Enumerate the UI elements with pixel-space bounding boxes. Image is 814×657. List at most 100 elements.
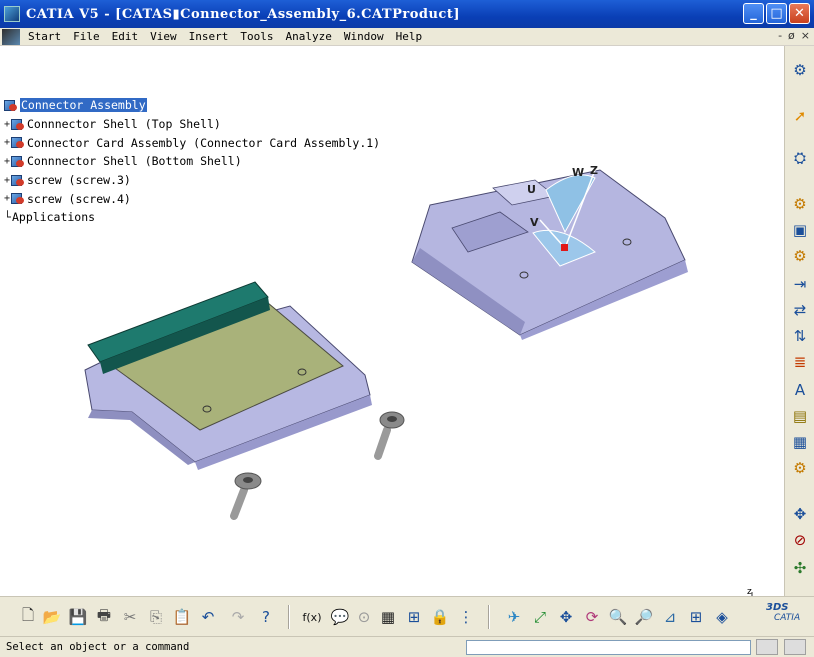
document-icon[interactable] [2, 28, 20, 45]
tree-item[interactable]: + screw (screw.3) [4, 171, 380, 190]
screw-4-part[interactable] [230, 472, 262, 520]
menu-view[interactable]: View [144, 30, 183, 43]
tree-item[interactable]: + Connnector Shell (Top Shell) [4, 115, 380, 134]
bottom-toolbar: 🗋 📂 💾 🖶 ✂ ⎘ 📋 ↶ ↷ ? f(x) 💬 ⊙ ▦ ⊞ 🔒 ⋮ ✈ ⤢… [0, 596, 814, 636]
select-arrow-icon[interactable]: ➚ [790, 106, 810, 126]
gears-icon[interactable]: ⚙ [790, 60, 810, 80]
command-input[interactable] [466, 640, 751, 655]
menu-tools[interactable]: Tools [234, 30, 279, 43]
open-folder-icon[interactable]: 📂 [42, 607, 62, 627]
expand-icon[interactable]: + [4, 175, 11, 186]
rotate-icon[interactable]: ⟳ [582, 607, 602, 627]
new-component-icon[interactable]: ⚙ [790, 194, 810, 214]
new-product-icon[interactable]: ▣ [790, 220, 810, 240]
product-icon [4, 99, 18, 112]
close-button[interactable]: ✕ [789, 3, 810, 24]
tree-item[interactable]: + Connnector Shell (Bottom Shell) [4, 152, 380, 171]
menu-file[interactable]: File [67, 30, 106, 43]
tree-root[interactable]: Connector Assembly [4, 96, 380, 115]
window-title: CATIA V5 - [CATAS▮Connector_Assembly_6.C… [26, 6, 460, 22]
status-button-2[interactable] [784, 639, 806, 655]
tree-root-label[interactable]: Connector Assembly [20, 98, 147, 113]
tree-applications-label[interactable]: Applications [12, 210, 95, 224]
tree-item-label[interactable]: screw (screw.4) [27, 192, 131, 206]
selective-load-icon[interactable]: A [790, 380, 810, 400]
fly-mode-icon[interactable]: ✈ [504, 607, 524, 627]
fast-multi-instantiation-icon[interactable]: ⚙ [790, 458, 810, 478]
tree-item-label[interactable]: screw (screw.3) [27, 173, 131, 187]
catia-app-icon[interactable] [4, 6, 20, 22]
catia-brand-logo: 3DS CATIA [766, 602, 801, 623]
maximize-button[interactable]: □ [766, 3, 787, 24]
expand-icon[interactable]: + [4, 193, 11, 204]
menu-bar: Start File Edit View Insert Tools Analyz… [0, 28, 814, 46]
tree-item-label[interactable]: Connector Card Assembly (Connector Card … [27, 136, 380, 150]
fit-all-icon[interactable]: ⤢ [530, 607, 550, 627]
knowledge-icon[interactable]: ⊙ [354, 607, 374, 627]
tree-view-icon[interactable]: ⊞ [404, 607, 424, 627]
tree-item-label[interactable]: Connnector Shell (Top Shell) [27, 117, 221, 131]
compass-u-label: U [527, 183, 536, 196]
component-icon [11, 136, 25, 149]
menu-help[interactable]: Help [390, 30, 429, 43]
manipulation-icon[interactable]: ✥ [790, 504, 810, 524]
save-icon[interactable]: 💾 [68, 607, 88, 627]
expand-icon[interactable]: + [4, 119, 11, 130]
menu-window[interactable]: Window [338, 30, 390, 43]
tree-applications[interactable]: └ Applications [4, 208, 380, 227]
manage-representations-icon[interactable]: ▤ [790, 406, 810, 426]
lock-icon[interactable]: 🔒 [430, 607, 450, 627]
compass-w-label: W [572, 166, 584, 179]
redo-icon[interactable]: ↷ [228, 607, 248, 627]
status-message: Select an object or a command [6, 641, 190, 653]
status-button-1[interactable] [756, 639, 778, 655]
undo-icon[interactable]: ↶ [198, 607, 218, 627]
assembly-tool-icon[interactable]: ⛭ [790, 148, 810, 168]
replace-component-icon[interactable]: ⇄ [790, 300, 810, 320]
zoom-out-icon[interactable]: 🔎 [634, 607, 654, 627]
menu-edit[interactable]: Edit [106, 30, 145, 43]
tree-item-label[interactable]: Connnector Shell (Bottom Shell) [27, 154, 242, 168]
table-icon[interactable]: ▦ [378, 607, 398, 627]
title-bar: CATIA V5 - [CATAS▮Connector_Assembly_6.C… [0, 0, 814, 28]
comment-icon[interactable]: 💬 [330, 607, 350, 627]
graph-tree-reordering-icon[interactable]: ⇅ [790, 326, 810, 346]
print-icon[interactable]: 🖶 [94, 606, 114, 627]
paste-icon[interactable]: 📋 [172, 607, 192, 627]
explode-icon[interactable]: ✣ [790, 558, 810, 578]
menu-analyze[interactable]: Analyze [280, 30, 338, 43]
multi-view-icon[interactable]: ⊞ [686, 607, 706, 627]
generate-numbering-icon[interactable]: ≣ [790, 352, 810, 372]
toolbar-separator [288, 605, 290, 629]
whats-this-icon[interactable]: ? [256, 607, 276, 627]
mdi-close-button[interactable]: × [801, 29, 810, 42]
expand-icon[interactable]: + [4, 137, 11, 148]
component-icon [11, 174, 25, 187]
isometric-view-icon[interactable]: ◈ [712, 607, 732, 627]
tree-item[interactable]: + screw (screw.4) [4, 189, 380, 208]
expand-icon[interactable]: + [4, 156, 11, 167]
screw-3-part[interactable] [374, 411, 405, 460]
minimize-button[interactable]: _ [743, 3, 764, 24]
multi-instantiation-icon[interactable]: ▦ [790, 432, 810, 452]
tree-item[interactable]: + Connector Card Assembly (Connector Car… [4, 133, 380, 152]
formula-icon[interactable]: f(x) [300, 607, 324, 627]
pan-icon[interactable]: ✥ [556, 607, 576, 627]
new-document-icon[interactable]: 🗋 [18, 606, 38, 627]
zoom-in-icon[interactable]: 🔍 [608, 607, 628, 627]
normal-view-icon[interactable]: ⊿ [660, 607, 680, 627]
status-bar: Select an object or a command [0, 636, 814, 657]
menu-start[interactable]: Start [22, 30, 67, 43]
new-part-icon[interactable]: ⚙ [790, 246, 810, 266]
copy-icon[interactable]: ⎘ [146, 607, 166, 627]
mdi-minimize-button[interactable]: - [778, 29, 782, 42]
3d-viewport[interactable]: U V W Z Connector Assembly + Connnector … [0, 46, 784, 633]
constraint-icon[interactable]: ⋮ [456, 607, 476, 627]
menu-insert[interactable]: Insert [183, 30, 235, 43]
existing-component-icon[interactable]: ⇥ [790, 274, 810, 294]
specification-tree[interactable]: Connector Assembly + Connnector Shell (T… [4, 96, 380, 227]
component-icon [11, 118, 25, 131]
mdi-restore-button[interactable]: ø [788, 29, 795, 42]
snap-icon[interactable]: ⊘ [790, 530, 810, 550]
cut-icon[interactable]: ✂ [120, 607, 140, 627]
